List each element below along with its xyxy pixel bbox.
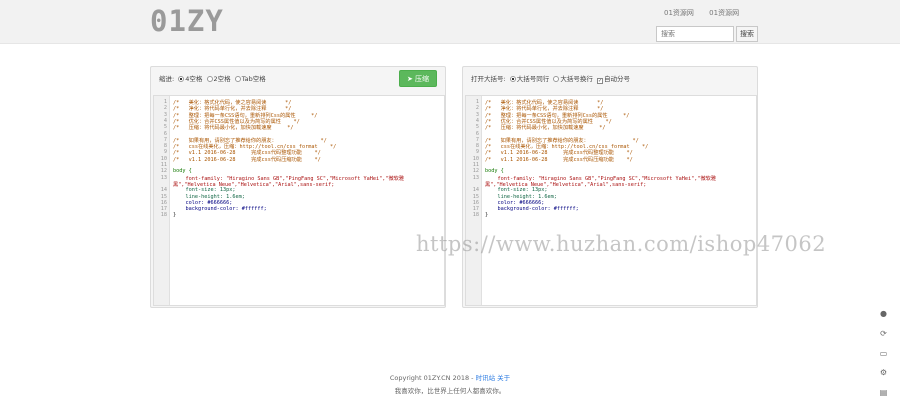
line-number: 2 <box>475 105 479 112</box>
line-number: 16 <box>472 199 479 206</box>
code-line: color: #666666; <box>485 199 545 206</box>
compress-button-label: 压缩 <box>415 75 430 83</box>
code-line: } <box>485 212 489 219</box>
line-number: 4 <box>475 117 479 124</box>
code-line: body { <box>485 168 504 175</box>
line-number: 7 <box>163 136 167 143</box>
line-number: 14 <box>472 187 479 194</box>
line-number: 11 <box>472 162 479 168</box>
auto-semicolon-label[interactable]: 自动分号 <box>604 75 630 83</box>
line-number: 9 <box>475 149 479 156</box>
code-line: font-size: 13px; <box>173 187 236 194</box>
code-line: background-color: #ffffff; <box>173 206 267 213</box>
line-number: 16 <box>160 199 167 206</box>
brace-same-line-radio[interactable] <box>509 76 516 82</box>
line-number: 7 <box>475 136 479 143</box>
code-line: font-size: 13px; <box>485 187 548 194</box>
site-logo[interactable]: 01ZY <box>150 4 224 38</box>
code-line: /* 压缩：将代码最小化，加快加载速度 */ <box>485 125 606 132</box>
code-line: body { <box>173 168 192 175</box>
line-number: 11 <box>160 162 167 168</box>
code-line: background-color: #ffffff; <box>485 206 579 213</box>
compress-button[interactable]: ➤ 压缩 <box>399 70 437 87</box>
copyright-text: Copyright 01ZY.CN 2018 - <box>389 374 476 382</box>
top-link-1[interactable]: 01资源网 <box>664 9 694 17</box>
line-number: 5 <box>163 124 167 131</box>
top-bar: 01ZY 01资源网 01资源网 搜索 <box>0 0 900 44</box>
indent-2-label[interactable]: 2空格 <box>214 75 231 83</box>
indent-2-radio[interactable] <box>206 76 213 82</box>
line-number: 10 <box>472 155 479 162</box>
code-line: /* v1.1 2016-06-28 完成css代码压缩功能 */ <box>173 156 321 163</box>
bell-icon[interactable]: ● <box>879 309 888 318</box>
indent-tab-label[interactable]: Tab空格 <box>242 75 266 83</box>
search-button[interactable]: 搜索 <box>736 26 758 42</box>
search-input[interactable] <box>656 26 734 42</box>
line-number: 12 <box>160 168 167 175</box>
code-line: /* v1.1 2016-06-28 完成css代码压缩功能 */ <box>485 156 633 163</box>
top-links: 01资源网 01资源网 <box>664 8 752 18</box>
line-number: 17 <box>472 206 479 213</box>
input-panel: 缩进: 4空格 2空格 Tab空格 ➤ 压缩 1 2 3 4 5 6 7 8 9 10 11 12 13… <box>150 66 446 308</box>
line-number: 14 <box>160 187 167 194</box>
line-number: 2 <box>163 105 167 112</box>
footer-links[interactable]: 时讯站 关于 <box>476 374 511 382</box>
line-number: 1 <box>475 99 479 105</box>
line-number: 4 <box>163 117 167 124</box>
footer-note: 我喜欢你，比世界上任何人都喜欢你。 <box>394 387 506 395</box>
line-number: 5 <box>475 124 479 131</box>
print-icon[interactable]: ▤ <box>879 388 888 397</box>
monitor-icon[interactable]: ▭ <box>879 349 888 358</box>
line-number: 10 <box>160 155 167 162</box>
auto-semicolon-checkbox[interactable]: ✓ <box>596 78 603 84</box>
indent-tab-radio[interactable] <box>234 76 241 82</box>
send-icon: ➤ <box>406 75 413 83</box>
brace-new-line-label[interactable]: 大括号换行 <box>560 75 593 83</box>
share-icon[interactable]: ⟳ <box>879 329 888 338</box>
line-number: 9 <box>163 149 167 156</box>
line-number: 15 <box>472 193 479 200</box>
line-gutter: 1 2 3 4 5 6 7 8 9 10 11 12 13 14 15 16 17 18 <box>466 96 482 305</box>
code-line: /* 压缩：将代码最小化，加快加载速度 */ <box>173 125 294 132</box>
line-number: 6 <box>475 130 479 137</box>
input-code-editor[interactable]: 1 2 3 4 5 6 7 8 9 10 11 12 13 14 15 16 17 18 /* 美化：格式化代码，… <box>153 95 445 306</box>
gear-icon[interactable]: ⚙ <box>879 368 888 377</box>
indent-4-radio[interactable] <box>178 76 185 82</box>
indent-label: 缩进: <box>159 75 175 83</box>
line-number: 12 <box>472 168 479 175</box>
top-link-2[interactable]: 01资源网 <box>709 9 739 17</box>
line-number: 1 <box>163 99 167 105</box>
line-number: 18 <box>160 212 167 219</box>
watermark: https://www.huzhan.com/ishop47062 <box>416 232 827 256</box>
brace-options: 打开大括号: 大括号同行 大括号换行 ✓ 自动分号 <box>471 73 630 84</box>
line-number: 3 <box>475 111 479 118</box>
indent-4-label[interactable]: 4空格 <box>185 75 202 83</box>
line-number: 3 <box>163 111 167 118</box>
line-number: 6 <box>163 130 167 137</box>
code-line: color: #666666; <box>173 199 233 206</box>
line-number: 8 <box>475 143 479 150</box>
line-number: 13 <box>160 174 167 181</box>
output-panel: 打开大括号: 大括号同行 大括号换行 ✓ 自动分号 1 2 3 4 5 6 7 8 9 10 11 12… <box>462 66 758 308</box>
line-number: 17 <box>160 206 167 213</box>
code-line: } <box>173 212 177 219</box>
code-line: line-height: 1.6em; <box>485 193 557 200</box>
line-gutter: 1 2 3 4 5 6 7 8 9 10 11 12 13 14 15 16 17 18 <box>154 96 170 305</box>
output-code-editor[interactable]: 1 2 3 4 5 6 7 8 9 10 11 12 13 14 15 16 17 18 /* 美化：格式化代码，… <box>465 95 757 306</box>
line-number: 15 <box>160 193 167 200</box>
brace-label: 打开大括号: <box>471 75 506 83</box>
brace-new-line-radio[interactable] <box>553 76 560 82</box>
footer-copyright: Copyright 01ZY.CN 2018 - 时讯站 关于 <box>0 372 900 382</box>
brace-same-line-label[interactable]: 大括号同行 <box>517 75 550 83</box>
line-number: 18 <box>472 212 479 219</box>
code-line: line-height: 1.6em; <box>173 193 245 200</box>
line-number: 8 <box>163 143 167 150</box>
line-number: 13 <box>472 174 479 181</box>
indent-options: 缩进: 4空格 2空格 Tab空格 <box>159 73 266 83</box>
